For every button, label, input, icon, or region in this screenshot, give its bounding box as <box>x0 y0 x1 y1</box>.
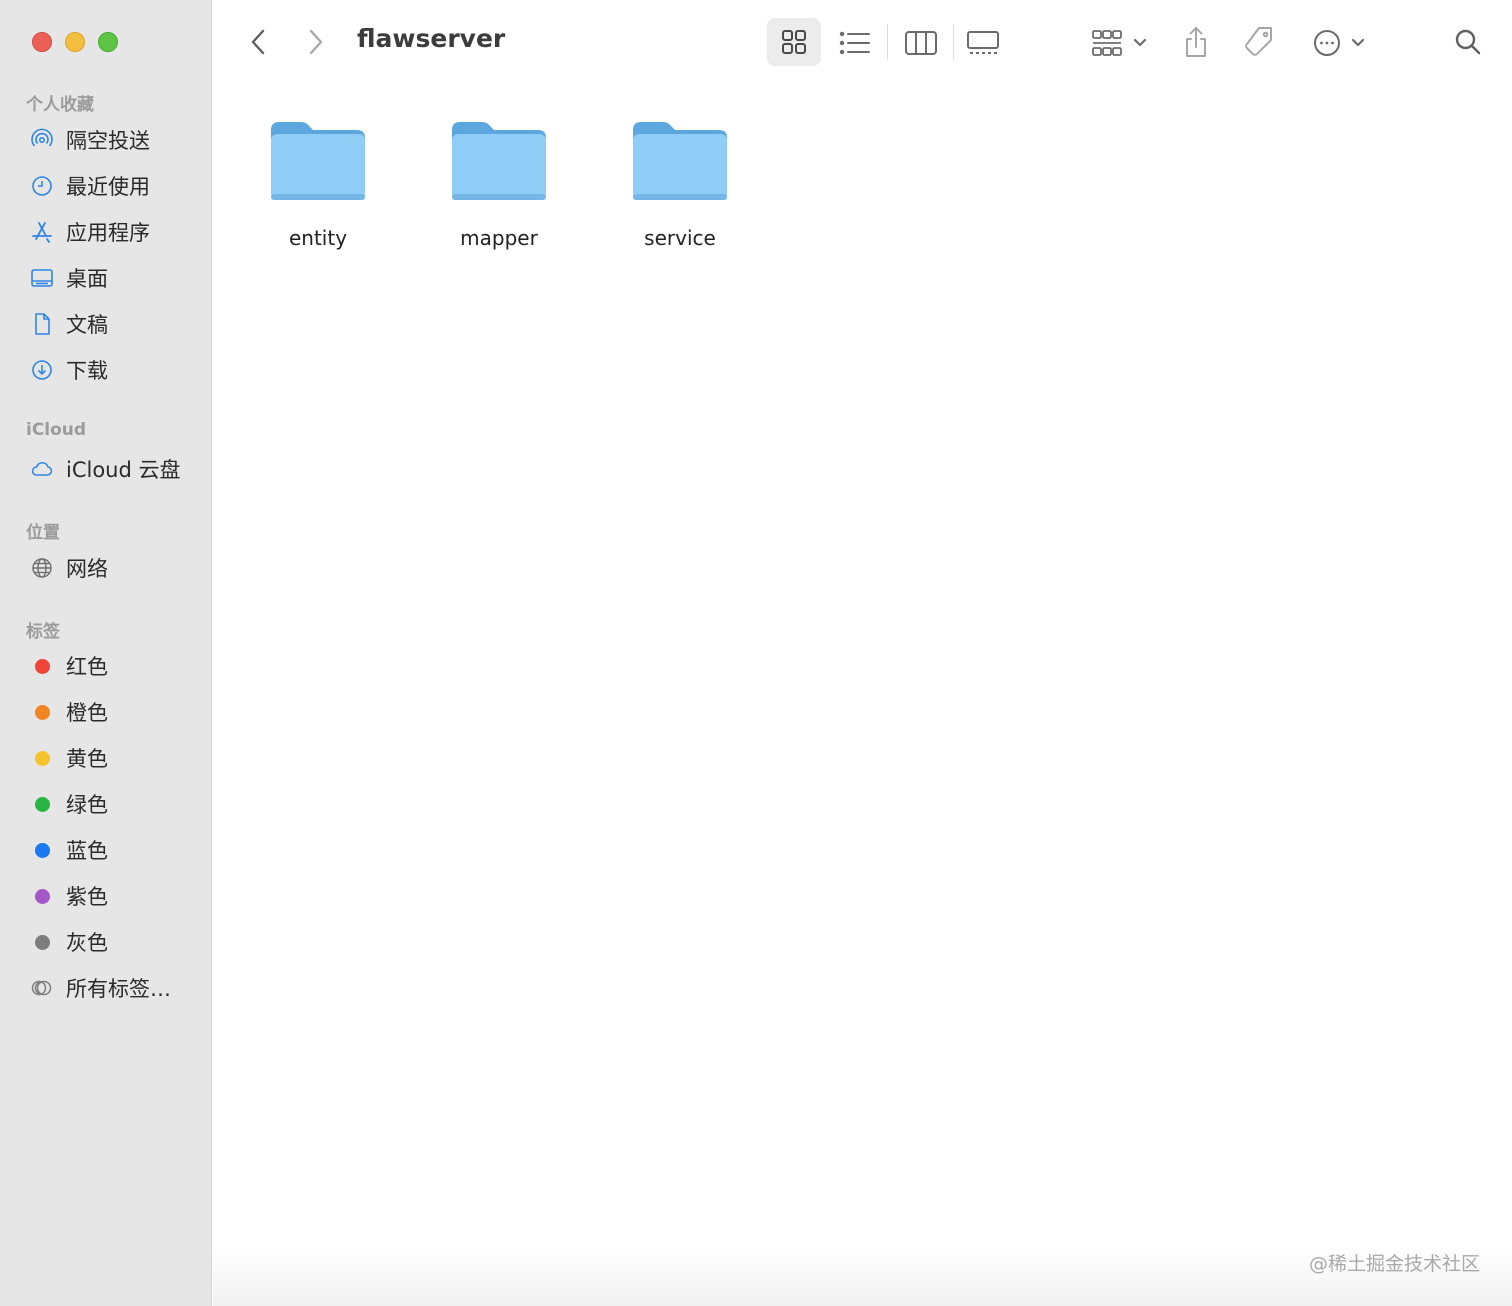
folder-name: entity <box>288 226 348 250</box>
back-button[interactable] <box>244 26 272 58</box>
action-button[interactable] <box>1306 22 1372 64</box>
toolbar-divider <box>887 24 888 60</box>
search-icon <box>1455 29 1481 55</box>
share-icon <box>1186 27 1206 57</box>
sidebar-item-label: 桌面 <box>66 267 108 291</box>
sidebar-item-label: 隔空投送 <box>66 129 150 153</box>
group-by-button[interactable] <box>1086 22 1152 64</box>
folder-item[interactable]: mapper <box>424 118 574 250</box>
sidebar-tag-green[interactable]: 绿色 <box>28 786 204 822</box>
folder-icon <box>271 122 365 200</box>
sidebar-item-network[interactable]: 网络 <box>28 550 204 586</box>
all-tags-icon <box>28 974 56 1002</box>
sidebar-item-all-tags[interactable]: 所有标签… <box>28 970 204 1006</box>
tag-icon <box>1245 27 1272 56</box>
window-controls <box>32 32 118 52</box>
sidebar-item-desktop[interactable]: 桌面 <box>28 260 204 296</box>
forward-button[interactable] <box>302 26 330 58</box>
watermark: @稀土掘金技术社区 <box>1308 1253 1480 1275</box>
sidebar-item-label: 文稿 <box>66 313 108 337</box>
share-button[interactable] <box>1176 20 1216 64</box>
sidebar-tag-blue[interactable]: 蓝色 <box>28 832 204 868</box>
gallery-view-button[interactable] <box>962 22 1004 64</box>
file-area <box>213 86 1512 1306</box>
sidebar-tag-purple[interactable]: 紫色 <box>28 878 204 914</box>
close-button[interactable] <box>32 32 52 52</box>
section-title-locations: 位置 <box>26 523 60 543</box>
folder-icon <box>452 122 546 200</box>
tag-dot-icon <box>28 928 56 956</box>
document-icon <box>28 310 56 338</box>
folder-name: service <box>644 226 716 250</box>
chevron-down-icon <box>1351 38 1365 47</box>
sidebar-item-label: 绿色 <box>66 793 108 817</box>
columns-icon <box>905 31 937 55</box>
sidebar-item-recents[interactable]: 最近使用 <box>28 168 204 204</box>
sidebar-item-label: 下载 <box>66 359 108 383</box>
chevron-down-icon <box>1133 38 1147 47</box>
sidebar-item-label: 网络 <box>66 557 108 581</box>
chevron-right-icon <box>309 29 323 55</box>
sidebar-item-documents[interactable]: 文稿 <box>28 306 204 342</box>
tag-dot-icon <box>28 790 56 818</box>
sidebar-tag-orange[interactable]: 橙色 <box>28 694 204 730</box>
minimize-button[interactable] <box>65 32 85 52</box>
sidebar-item-airdrop[interactable]: 隔空投送 <box>28 122 204 158</box>
list-view-button[interactable] <box>834 22 876 64</box>
sidebar-item-label: 黄色 <box>66 747 108 771</box>
folder-item[interactable]: entity <box>243 118 393 250</box>
clock-icon <box>28 172 56 200</box>
tag-button[interactable] <box>1238 20 1280 64</box>
window-title: flawserver <box>357 24 506 53</box>
desktop-icon <box>28 264 56 292</box>
sidebar-item-label: 红色 <box>66 655 108 679</box>
folder-icon <box>633 122 727 200</box>
list-icon <box>839 31 870 55</box>
sidebar-item-label: 所有标签… <box>66 977 171 1001</box>
sidebar-item-label: 最近使用 <box>66 175 150 199</box>
folder-item[interactable]: service <box>605 118 755 250</box>
grid-icon <box>782 30 806 54</box>
icon-view-button[interactable] <box>767 18 821 66</box>
network-icon <box>28 554 56 582</box>
sidebar-item-label: 紫色 <box>66 885 108 909</box>
sidebar-item-icloud-drive[interactable]: iCloud 云盘 <box>28 451 204 487</box>
chevron-left-icon <box>251 29 265 55</box>
section-title-tags: 标签 <box>26 622 60 642</box>
sidebar-item-label: 橙色 <box>66 701 108 725</box>
gallery-icon <box>967 31 999 54</box>
section-title-icloud: iCloud <box>26 420 87 440</box>
applications-icon <box>28 218 56 246</box>
toolbar-divider <box>953 24 954 60</box>
finder-window: 个人收藏 隔空投送 最近使用 应用程序 桌面 文稿 下载 iCloud iClo… <box>0 0 1512 1306</box>
tag-dot-icon <box>28 652 56 680</box>
tag-dot-icon <box>28 744 56 772</box>
tag-dot-icon <box>28 882 56 910</box>
search-button[interactable] <box>1450 24 1486 60</box>
sidebar-item-label: 灰色 <box>66 931 108 955</box>
column-view-button[interactable] <box>900 22 942 64</box>
tag-dot-icon <box>28 698 56 726</box>
sidebar: 个人收藏 隔空投送 最近使用 应用程序 桌面 文稿 下载 iCloud iClo… <box>0 0 212 1306</box>
cloud-icon <box>28 455 56 483</box>
group-grid-icon <box>1092 30 1122 56</box>
section-title-favorites: 个人收藏 <box>26 95 94 115</box>
tag-dot-icon <box>28 836 56 864</box>
zoom-button[interactable] <box>98 32 118 52</box>
sidebar-tag-gray[interactable]: 灰色 <box>28 924 204 960</box>
download-icon <box>28 356 56 384</box>
sidebar-tag-red[interactable]: 红色 <box>28 648 204 684</box>
sidebar-item-applications[interactable]: 应用程序 <box>28 214 204 250</box>
ellipsis-circle-icon <box>1314 30 1340 56</box>
sidebar-item-downloads[interactable]: 下载 <box>28 352 204 388</box>
sidebar-item-label: 应用程序 <box>66 221 150 245</box>
sidebar-item-label: iCloud 云盘 <box>66 458 181 482</box>
airdrop-icon <box>28 126 56 154</box>
sidebar-item-label: 蓝色 <box>66 839 108 863</box>
sidebar-tag-yellow[interactable]: 黄色 <box>28 740 204 776</box>
folder-name: mapper <box>460 226 538 250</box>
